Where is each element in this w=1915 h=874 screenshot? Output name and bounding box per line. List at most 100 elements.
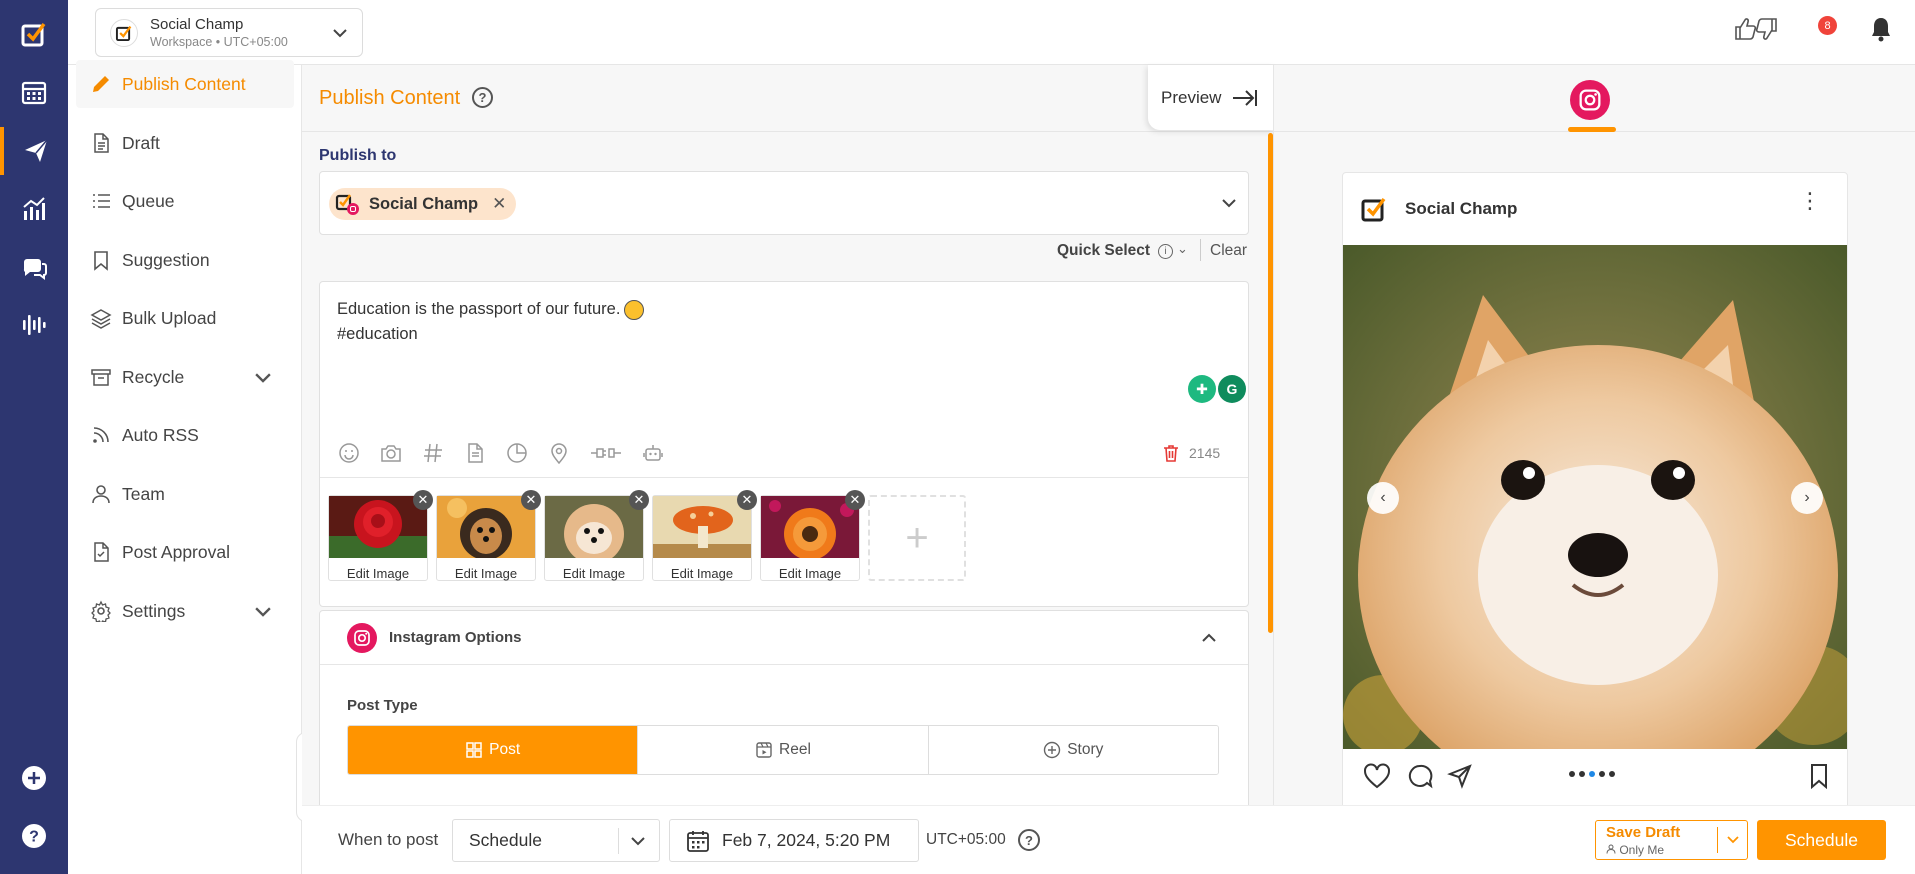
date-time-picker[interactable]: Feb 7, 2024, 5:20 PM — [669, 819, 919, 862]
sidebar-item-draft[interactable]: Draft — [76, 119, 294, 167]
schedule-type-select[interactable]: Schedule — [452, 819, 660, 862]
edit-image-label[interactable]: Edit Image — [329, 566, 427, 581]
hashtag-icon[interactable] — [422, 442, 444, 464]
trash-icon[interactable] — [1162, 443, 1180, 463]
workspace-selector[interactable]: Social Champ Workspace • UTC+05:00 — [95, 8, 363, 57]
chevron-down-icon[interactable] — [1724, 830, 1742, 848]
emoji-icon[interactable] — [338, 442, 360, 464]
preview-label: Preview — [1161, 87, 1222, 107]
media-item[interactable]: Edit Image ✕ — [760, 490, 865, 581]
bookmark-icon — [1811, 764, 1827, 789]
instagram-icon — [347, 622, 377, 653]
clear-button[interactable]: Clear — [1210, 242, 1247, 260]
info-icon[interactable]: i — [1158, 244, 1173, 259]
chevron-down-icon — [255, 607, 271, 617]
post-type-reel[interactable]: Reel — [638, 726, 929, 774]
post-type-story[interactable]: Story — [928, 726, 1218, 774]
account-selector[interactable]: Social Champ ✕ — [319, 171, 1249, 235]
sidebar-item-post-approval[interactable]: Post Approval — [76, 528, 294, 576]
sidebar-item-bulk-upload[interactable]: Bulk Upload — [76, 294, 294, 342]
media-item[interactable]: Edit Image ✕ — [544, 490, 649, 581]
remove-media-icon[interactable]: ✕ — [845, 490, 865, 510]
help-circle-icon[interactable]: ? — [1018, 829, 1040, 851]
ai-assist-icon[interactable]: ✚ — [1188, 375, 1216, 403]
carousel-dot-active — [1589, 771, 1595, 777]
share-icon — [1447, 764, 1472, 789]
sidebar-item-suggestion[interactable]: Suggestion — [76, 236, 294, 284]
bell-icon[interactable] — [1870, 16, 1892, 47]
list-icon — [93, 194, 110, 208]
chat-icon[interactable] — [0, 244, 68, 292]
account-chip[interactable]: Social Champ ✕ — [329, 188, 517, 220]
location-pin-icon[interactable] — [548, 442, 570, 464]
quick-select-label[interactable]: Quick Select — [1057, 242, 1150, 260]
chevron-down-icon[interactable]: ⌄ — [1177, 241, 1188, 257]
carousel-dot — [1569, 771, 1575, 777]
camera-icon[interactable] — [380, 442, 402, 464]
calendar-icon[interactable] — [0, 68, 68, 116]
help-icon[interactable]: ? — [0, 812, 68, 860]
feedback-thumbs-icon[interactable] — [1733, 16, 1779, 48]
grammarly-icon[interactable]: G — [1218, 375, 1246, 403]
add-media-button[interactable]: + — [868, 495, 966, 581]
date-time-value: Feb 7, 2024, 5:20 PM — [722, 830, 891, 850]
instagram-options-header[interactable]: Instagram Options — [320, 611, 1248, 665]
sidebar-item-settings[interactable]: Settings — [76, 587, 294, 635]
edit-image-label[interactable]: Edit Image — [653, 566, 751, 581]
media-item[interactable]: Edit Image ✕ — [436, 490, 541, 581]
sidebar-item-queue[interactable]: Queue — [76, 177, 294, 225]
schedule-button[interactable]: Schedule — [1757, 820, 1886, 860]
edit-image-label[interactable]: Edit Image — [761, 566, 859, 581]
robot-icon[interactable] — [642, 442, 664, 464]
chevron-up-icon[interactable] — [1200, 629, 1218, 647]
remove-media-icon[interactable]: ✕ — [413, 490, 433, 510]
chevron-down-icon[interactable] — [1218, 192, 1240, 219]
sidebar-item-label: Recycle — [122, 366, 185, 387]
post-type-post[interactable]: Post — [348, 726, 639, 774]
carousel-prev-button[interactable]: ‹ — [1367, 482, 1399, 514]
analytics-icon[interactable] — [0, 185, 68, 233]
account-avatar-icon — [335, 194, 359, 215]
page-title: Publish Content — [319, 87, 461, 109]
carousel-indicator — [1569, 771, 1615, 777]
post-text[interactable]: Education is the passport of our future.… — [337, 297, 645, 347]
remove-media-icon[interactable]: ✕ — [629, 490, 649, 510]
instagram-options-title: Instagram Options — [389, 629, 522, 646]
add-icon[interactable] — [0, 754, 68, 802]
remove-media-icon[interactable]: ✕ — [737, 490, 757, 510]
logo-icon[interactable] — [0, 10, 68, 58]
sidebar-item-publish-content[interactable]: Publish Content — [76, 60, 294, 108]
save-draft-scope: Only Me — [1606, 843, 1664, 857]
publish-icon[interactable] — [0, 127, 68, 175]
sidebar-item-label: Publish Content — [122, 73, 246, 94]
more-options-icon[interactable]: ⋮ — [1799, 190, 1821, 212]
timezone-label: UTC+05:00 — [926, 831, 1006, 848]
svg-text:?: ? — [29, 829, 39, 846]
save-draft-button[interactable]: Save Draft Only Me — [1595, 820, 1748, 860]
document-icon[interactable] — [464, 442, 486, 464]
sidebar-item-team[interactable]: Team — [76, 470, 294, 518]
help-circle-icon[interactable]: ? — [472, 87, 493, 108]
carousel-next-button[interactable]: › — [1791, 482, 1823, 514]
listening-icon[interactable] — [0, 301, 68, 349]
calendar-icon — [687, 830, 709, 852]
schedule-bar: When to post Schedule Feb 7, 2024, 5:20 … — [302, 805, 1915, 874]
sidebar-item-auto-rss[interactable]: Auto RSS — [76, 411, 294, 459]
user-icon — [92, 485, 110, 504]
edit-image-label[interactable]: Edit Image — [545, 566, 643, 581]
post-editor[interactable]: Education is the passport of our future.… — [319, 281, 1249, 607]
divider — [320, 477, 1248, 478]
sidebar-item-recycle[interactable]: Recycle — [76, 353, 294, 401]
sidebar: Publish Content Draft Queue Suggestion B… — [68, 60, 302, 874]
media-item[interactable]: Edit Image ✕ — [652, 490, 757, 581]
instagram-tab-icon[interactable] — [1570, 80, 1610, 120]
chevron-down-icon — [255, 373, 271, 383]
remove-account-icon[interactable]: ✕ — [492, 194, 506, 214]
edit-image-label[interactable]: Edit Image — [437, 566, 535, 581]
pie-chart-icon[interactable] — [506, 442, 528, 464]
plug-connector-icon[interactable] — [590, 442, 622, 464]
media-item[interactable]: Edit Image ✕ — [328, 490, 433, 581]
remove-media-icon[interactable]: ✕ — [521, 490, 541, 510]
preview-toggle-button[interactable]: Preview — [1148, 65, 1275, 130]
sidebar-item-label: Queue — [122, 190, 175, 211]
